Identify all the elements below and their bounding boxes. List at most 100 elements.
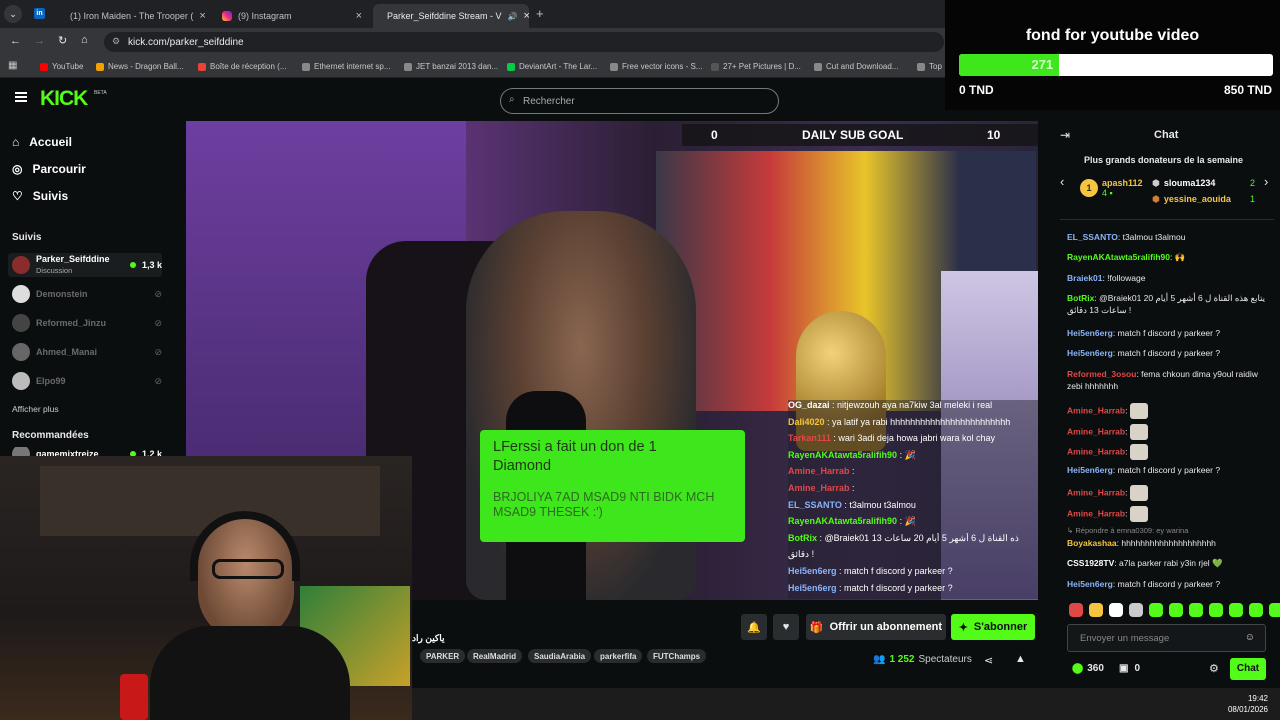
bookmark-free-vector[interactable]: Free vector icons - S... — [610, 62, 702, 71]
emote-icon[interactable] — [1149, 603, 1163, 617]
nav-browse[interactable]: ◎ Parcourir — [12, 162, 86, 176]
url-text[interactable]: kick.com/parker_seifddine — [128, 37, 244, 48]
search-input[interactable]: ⌕ Rechercher — [500, 88, 779, 114]
notification-bell-button[interactable]: 🔔 — [741, 614, 767, 640]
tab-kick-stream[interactable]: Parker_Seifddine Stream - V 🔊 × — [373, 4, 529, 28]
emote-icon[interactable] — [1269, 603, 1280, 617]
address-bar[interactable]: ⚙ kick.com/parker_seifddine — [104, 32, 944, 52]
chat-username[interactable]: Amine_Harrab — [1067, 487, 1125, 497]
gift-sub-button[interactable]: 🎁 Offrir un abonnement — [806, 614, 946, 640]
emote-icon[interactable] — [1129, 603, 1143, 617]
chat-username[interactable]: Amine_Harrab — [1067, 508, 1125, 518]
linkedin-tab-icon[interactable]: in — [34, 8, 45, 19]
chat-message[interactable]: EL_SSANTO: t3almou t3almou — [1067, 231, 1272, 243]
chat-username[interactable]: Hei5en6erg — [1067, 328, 1113, 338]
chat-message[interactable]: BotRix: @Braiek01 يتابع هذه القناة ل 6 أ… — [1067, 292, 1272, 316]
tag-futchamps[interactable]: FUTChamps — [647, 649, 707, 663]
bookmark-jet-banzai[interactable]: JET banzai 2013 dan... — [404, 62, 498, 71]
chat-message[interactable]: Hei5en6erg: match f discord y parkeer ? — [1067, 347, 1272, 359]
report-icon[interactable]: ▲ — [1015, 653, 1026, 665]
bookmark-dragon-ball[interactable]: News - Dragon Ball... — [96, 62, 184, 71]
chat-username[interactable]: RayenAKAtawta5ralifih90 — [1067, 252, 1170, 262]
emote-icon[interactable] — [1209, 603, 1223, 617]
emote-icon[interactable] — [1109, 603, 1123, 617]
bookmark-pet-pictures[interactable]: 27+ Pet Pictures | D... — [711, 62, 801, 71]
chat-message[interactable]: Amine_Harrab: — [1067, 403, 1272, 419]
chat-username[interactable]: BotRix — [1067, 293, 1094, 303]
chevron-right-icon[interactable]: › — [1264, 174, 1268, 189]
chat-message[interactable]: Amine_Harrab: — [1067, 424, 1272, 440]
subscribe-button[interactable]: ✦ S'abonner — [951, 614, 1035, 640]
chat-message[interactable]: Amine_Harrab: — [1067, 506, 1272, 522]
home-icon[interactable]: ⌂ — [81, 34, 88, 46]
nav-following[interactable]: ♡ Suivis — [12, 189, 68, 203]
chat-username[interactable]: Amine_Harrab — [1067, 426, 1125, 436]
tag-parker[interactable]: PARKER — [420, 649, 466, 663]
follow-heart-button[interactable]: ♥ — [773, 614, 799, 640]
chat-message[interactable]: CSS1928TV: a7la parker rabi y3in rjel 💚 — [1067, 557, 1272, 569]
nav-home[interactable]: ⌂ Accueil — [12, 135, 72, 149]
bookmark-gmail[interactable]: Boîte de réception (... — [198, 62, 287, 71]
emote-icon[interactable] — [1249, 603, 1263, 617]
show-more-link[interactable]: Afficher plus — [12, 404, 59, 414]
gift-count-display[interactable]: ▣ 0 — [1119, 663, 1140, 674]
close-tab-icon[interactable]: × — [356, 10, 362, 22]
chat-message[interactable]: Amine_Harrab: — [1067, 485, 1272, 501]
chat-username[interactable]: Amine_Harrab — [1067, 405, 1125, 415]
chat-message[interactable]: Hei5en6erg: match f discord y parkeer ? — [1067, 578, 1272, 590]
chat-input[interactable]: Envoyer un message ☺ — [1067, 624, 1266, 652]
chat-username[interactable]: CSS1928TV — [1067, 558, 1114, 568]
followed-channel-demonstein[interactable]: Demonstein ⊘ — [12, 283, 162, 305]
followed-channel-parker[interactable]: Parker_Seifddine Discussion 1,3 k — [8, 253, 162, 277]
chat-message[interactable]: RayenAKAtawta5ralifih90: 🙌 — [1067, 251, 1272, 263]
chat-username[interactable]: Reformed_3osou — [1067, 369, 1136, 379]
followed-channel-elpo99[interactable]: Elpo99 ⊘ — [12, 370, 162, 392]
chat-send-button[interactable]: Chat — [1230, 658, 1266, 680]
bookmark-deviantart[interactable]: DeviantArt - The Lar... — [507, 62, 597, 71]
bookmark-cut-download[interactable]: Cut and Download... — [814, 62, 899, 71]
tag-saudiaarabia[interactable]: SaudiaArabia — [528, 649, 592, 663]
forward-icon[interactable]: → — [34, 35, 45, 47]
points-display[interactable]: ⬤ 360 — [1072, 663, 1104, 674]
emote-icon[interactable] — [1189, 603, 1203, 617]
kick-logo[interactable]: KICK — [40, 87, 88, 111]
chat-message[interactable]: Boyakashaa: hhhhhhhhhhhhhhhhhhhh — [1067, 537, 1272, 549]
emoji-icon[interactable]: ☺ — [1245, 632, 1255, 643]
followed-channel-ahmed-manai[interactable]: Ahmed_Manai ⊘ — [12, 341, 162, 363]
chevron-left-icon[interactable]: ‹ — [1060, 174, 1064, 189]
chat-username[interactable]: Boyakashaa — [1067, 538, 1117, 548]
close-tab-icon[interactable]: × — [524, 10, 529, 22]
bookmark-ethernet[interactable]: Ethernet internet sp... — [302, 62, 391, 71]
chat-message[interactable]: ↳ Répondre à emna0309: ey warina — [1067, 524, 1272, 537]
tag-realmadrid[interactable]: RealMadrid — [467, 649, 523, 663]
chat-username[interactable]: Hei5en6erg — [1067, 579, 1113, 589]
tag-parkerfifa[interactable]: parkerfifa — [594, 649, 643, 663]
chat-message[interactable]: Braiek01: !followage — [1067, 272, 1272, 284]
tab-search-icon[interactable]: ⌄ — [4, 5, 22, 23]
bookmark-youtube[interactable]: YouTube — [40, 62, 83, 71]
chat-username[interactable]: Amine_Harrab — [1067, 446, 1125, 456]
emote-icon[interactable] — [1169, 603, 1183, 617]
chat-username[interactable]: Braiek01 — [1067, 273, 1102, 283]
back-icon[interactable]: ← — [10, 35, 21, 47]
speaker-icon[interactable]: 🔊 — [508, 12, 518, 21]
chat-message[interactable]: Amine_Harrab: — [1067, 444, 1272, 460]
emote-icon[interactable] — [1069, 603, 1083, 617]
collapse-chat-icon[interactable]: ⇥ — [1060, 128, 1070, 142]
chat-username[interactable]: Hei5en6erg — [1067, 348, 1113, 358]
chat-username[interactable]: Hei5en6erg — [1067, 465, 1113, 475]
tab-instagram[interactable]: (9) Instagram × — [214, 4, 370, 28]
reload-icon[interactable]: ↻ — [58, 34, 67, 47]
chat-message[interactable]: Hei5en6erg: match f discord y parkeer ? — [1067, 464, 1272, 476]
emote-icon[interactable] — [1229, 603, 1243, 617]
emote-icon[interactable] — [1089, 603, 1103, 617]
apps-grid-icon[interactable]: ▦ — [8, 60, 17, 71]
site-info-icon[interactable]: ⚙ — [112, 36, 120, 47]
share-icon[interactable]: ⋖ — [984, 654, 993, 667]
chat-message[interactable]: Reformed_3osou: fema chkoun dima y9oul r… — [1067, 368, 1272, 392]
chat-username[interactable]: EL_SSANTO — [1067, 232, 1118, 242]
tab-iron-maiden[interactable]: (1) Iron Maiden - The Trooper ( × — [56, 4, 212, 28]
chat-settings-icon[interactable]: ⚙ — [1209, 662, 1219, 675]
followed-channel-reformed-jinzu[interactable]: Reformed_Jinzu ⊘ — [12, 312, 162, 334]
chat-message[interactable]: Hei5en6erg: match f discord y parkeer ? — [1067, 327, 1272, 339]
